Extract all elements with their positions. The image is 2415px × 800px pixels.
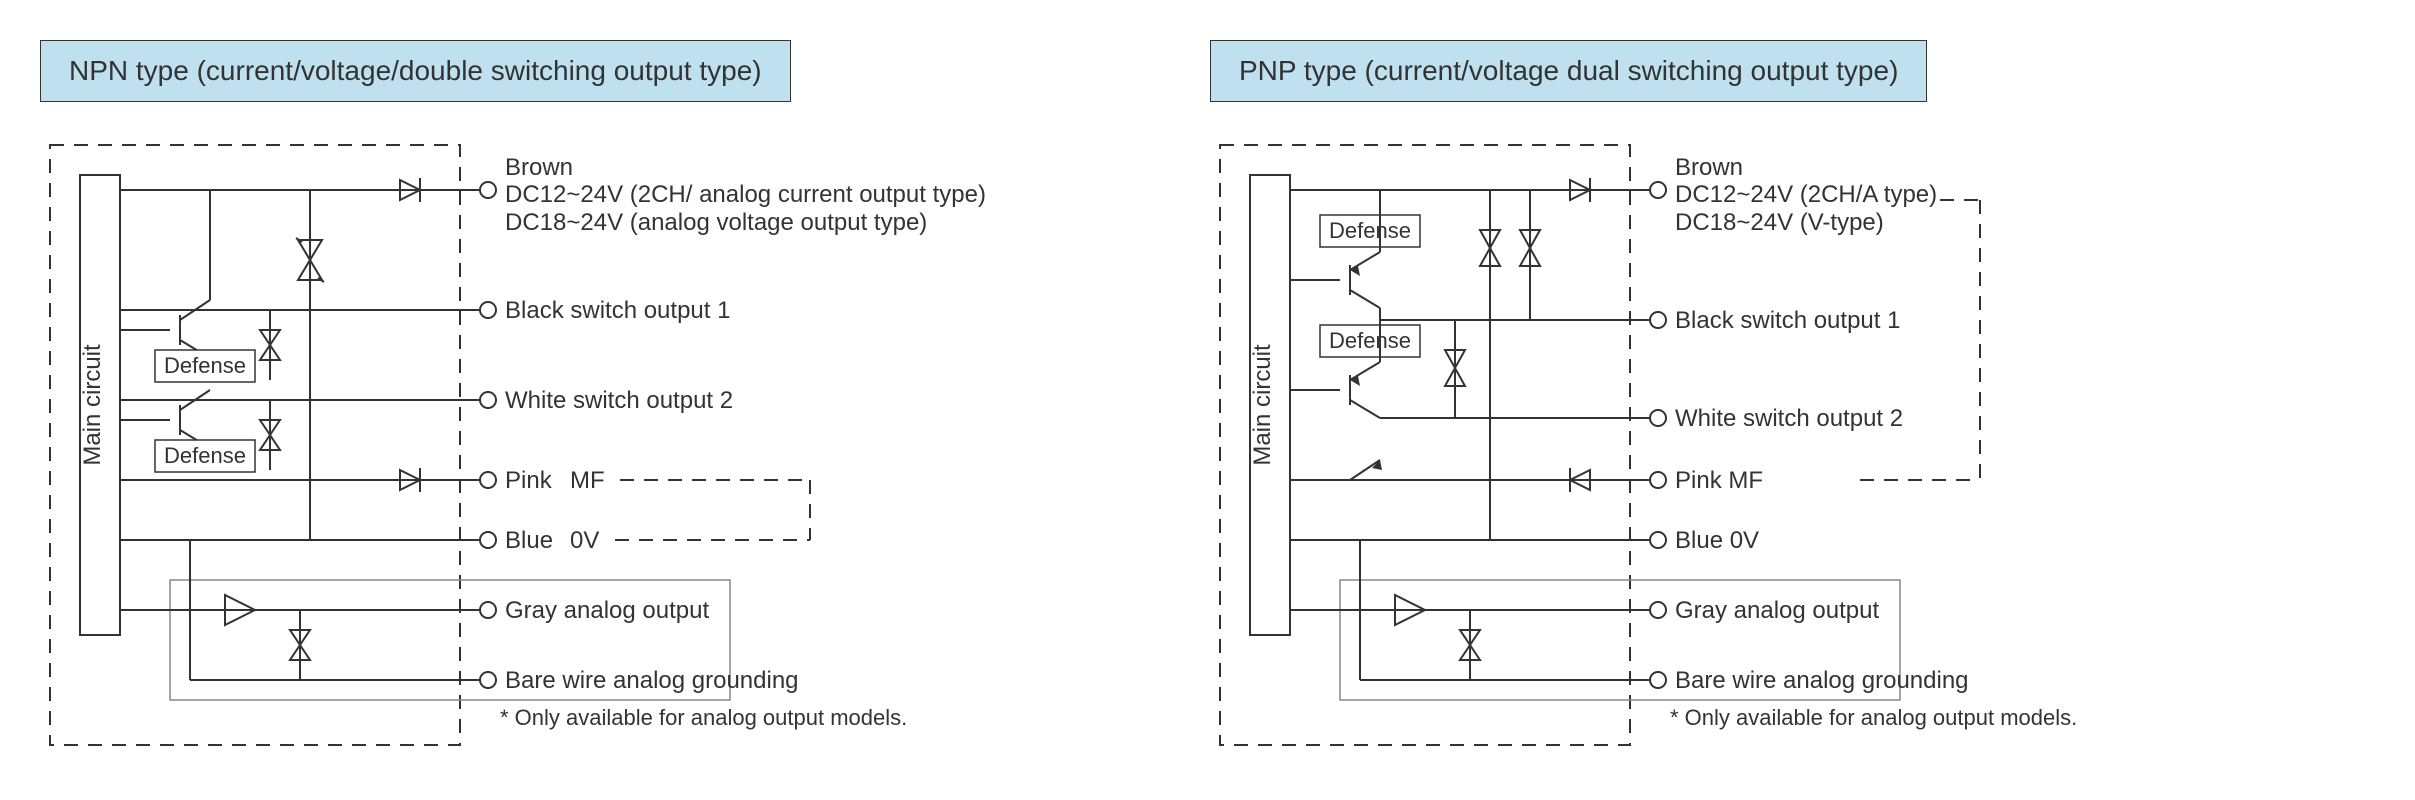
svg-text:Pink MF: Pink MF [1675,467,1763,494]
terminal-brown [480,182,496,198]
svg-text:Defense: Defense [1329,218,1411,243]
svg-text:Brown: Brown [1675,154,1743,181]
pnp-enclosure [1220,145,1630,745]
svg-text:Defense: Defense [164,353,246,378]
terminal-gray [1650,602,1666,618]
brown-color: Brown [505,154,573,181]
terminal-black [1650,312,1666,328]
pink-mf: MF [570,467,605,494]
terminal-white [480,392,496,408]
pnp-footnote: * Only available for analog output model… [1670,705,2077,730]
svg-text:Blue 0V: Blue 0V [1675,527,1759,554]
tvs-icon [1460,610,1480,680]
pnp-schematic: Main circuit Brown DC12~24V (2CH/A type)… [1210,120,2210,760]
terminal-blue [480,532,496,548]
terminal-pink [480,472,496,488]
svg-text:Gray analog output: Gray analog output [1675,597,1879,624]
gray-label: Gray analog output [505,597,709,624]
terminal-blue [1650,532,1666,548]
svg-text:Defense: Defense [1329,328,1411,353]
brown-line1: DC12~24V (2CH/ analog current output typ… [505,181,986,208]
tvs-icon [290,610,310,680]
tvs-icon [260,310,280,380]
svg-text:Bare wire analog grounding: Bare wire analog grounding [1675,667,1969,694]
terminal-black [480,302,496,318]
black-label: Black switch output 1 [505,297,730,324]
bare-label: Bare wire analog grounding [505,667,799,694]
terminal-pink [1650,472,1666,488]
terminal-gray [480,602,496,618]
svg-text:DC18~24V (V-type): DC18~24V (V-type) [1675,209,1884,236]
blue-0v: 0V [570,527,599,554]
tvs-icon [260,400,280,470]
svg-text:White switch output 2: White switch output 2 [1675,405,1903,432]
svg-text:Defense: Defense [164,443,246,468]
svg-text:DC12~24V (2CH/A type): DC12~24V (2CH/A type) [1675,181,1937,208]
terminal-bare [1650,672,1666,688]
npn-footnote: * Only available for analog output model… [500,705,907,730]
tvs-icon [1445,320,1465,418]
main-circuit-label: Main circuit [79,344,106,466]
npn-title: NPN type (current/voltage/double switchi… [40,40,791,102]
pink-label: Pink [505,467,553,494]
terminal-brown [1650,182,1666,198]
npn-panel: NPN type (current/voltage/double switchi… [40,40,1040,760]
blue-label: Blue [505,527,553,554]
brown-line2: DC18~24V (analog voltage output type) [505,209,927,236]
pnp-panel: PNP type (current/voltage dual switching… [1210,40,2210,760]
npn-schematic: Main circuit Brown DC12~24V (2CH/ analog… [40,120,1040,760]
white-label: White switch output 2 [505,387,733,414]
pnp-title: PNP type (current/voltage dual switching… [1210,40,1927,102]
terminal-bare [480,672,496,688]
terminal-white [1650,410,1666,426]
svg-text:Black switch output 1: Black switch output 1 [1675,307,1900,334]
main-circuit-label: Main circuit [1249,344,1276,466]
